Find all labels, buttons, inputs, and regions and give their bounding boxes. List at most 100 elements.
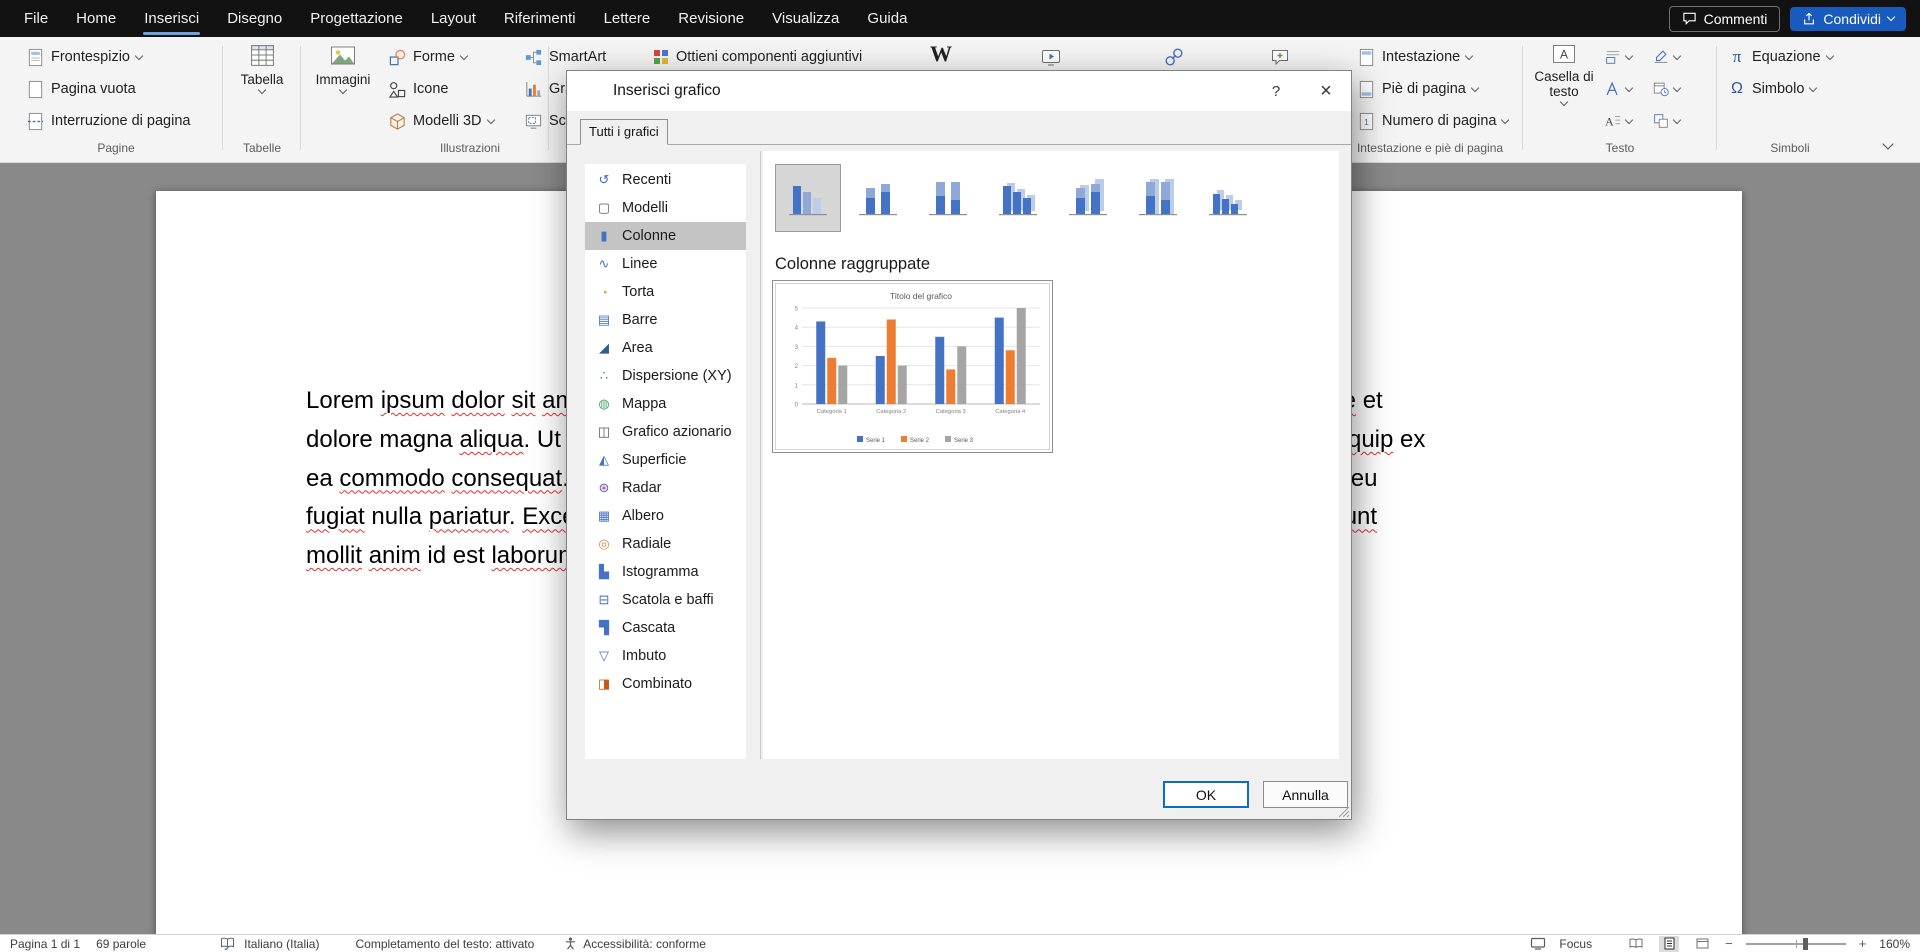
- date-time-button[interactable]: [1652, 75, 1680, 103]
- tab-revisione[interactable]: Revisione: [664, 0, 758, 37]
- icons-button[interactable]: Icone: [388, 75, 448, 103]
- dialog-tab-strip: Tutti i grafici: [567, 111, 1351, 145]
- smartart-button[interactable]: SmartArt: [524, 43, 606, 71]
- tab-guida[interactable]: Guida: [853, 0, 921, 37]
- category-barre[interactable]: ▤Barre: [585, 306, 746, 334]
- chart-subtype-3d-stacked-100-column[interactable]: [1125, 164, 1191, 232]
- resize-grip[interactable]: [1336, 804, 1350, 818]
- category-colonne[interactable]: ▮Colonne: [585, 222, 746, 250]
- word-count[interactable]: 69 parole: [96, 937, 146, 951]
- tab-visualizza[interactable]: Visualizza: [758, 0, 853, 37]
- category-istogramma[interactable]: ▙Istogramma: [585, 558, 746, 586]
- wordart-button[interactable]: [1604, 75, 1632, 103]
- drop-cap-button[interactable]: A: [1604, 107, 1632, 135]
- text-completion-indicator[interactable]: Completamento del testo: attivato: [355, 937, 534, 951]
- print-layout-button[interactable]: [1659, 936, 1679, 952]
- cover-page-button[interactable]: Frontespizio: [26, 43, 142, 71]
- page-break-button[interactable]: Interruzione di pagina: [26, 107, 190, 135]
- chart-subtype-3d-clustered-column[interactable]: [985, 164, 1051, 232]
- tab-lettere[interactable]: Lettere: [590, 0, 665, 37]
- chevron-down-icon: [1625, 51, 1633, 59]
- ok-button[interactable]: OK: [1163, 781, 1249, 808]
- spellcheck-icon[interactable]: [220, 937, 235, 950]
- category-combinato[interactable]: ◨Combinato: [585, 670, 746, 698]
- header-button[interactable]: Intestazione: [1357, 43, 1472, 71]
- category-scatola-e-baffi[interactable]: ⊟Scatola e baffi: [585, 586, 746, 614]
- dialog-close-button[interactable]: ×: [1301, 71, 1351, 111]
- tab-home[interactable]: Home: [62, 0, 130, 37]
- page-indicator[interactable]: Pagina 1 di 1: [10, 937, 80, 951]
- category-label: Istogramma: [622, 564, 699, 580]
- tab-inserisci[interactable]: Inserisci: [130, 0, 213, 37]
- new-comment-button[interactable]: [1270, 43, 1290, 71]
- category-modelli[interactable]: ▢Modelli: [585, 194, 746, 222]
- wikipedia-button[interactable]: W: [930, 40, 952, 68]
- tab-all-charts[interactable]: Tutti i grafici: [580, 119, 668, 145]
- chevron-down-icon: [1465, 51, 1473, 59]
- chevron-down-icon: [1625, 83, 1633, 91]
- dialog-title-bar[interactable]: Inserisci grafico ? ×: [567, 71, 1351, 111]
- chart-subtype-strip: [775, 164, 1265, 232]
- table-button[interactable]: Tabella: [234, 42, 290, 93]
- get-addins-button[interactable]: Ottieni componenti aggiuntivi: [652, 43, 862, 71]
- category-linee[interactable]: ∿Linee: [585, 250, 746, 278]
- tab-progettazione[interactable]: Progettazione: [296, 0, 417, 37]
- object-button[interactable]: [1652, 107, 1680, 135]
- chart-preview-frame[interactable]: Titolo del grafico012345Categoria 1Categ…: [772, 280, 1053, 453]
- language-indicator[interactable]: Italiano (Italia): [244, 937, 319, 951]
- category-area[interactable]: ◢Area: [585, 334, 746, 362]
- read-mode-button[interactable]: [1626, 936, 1646, 952]
- web-layout-button[interactable]: [1692, 936, 1712, 952]
- blank-page-button[interactable]: Pagina vuota: [26, 75, 136, 103]
- category-radiale[interactable]: ◎Radiale: [585, 530, 746, 558]
- zoom-slider[interactable]: [1746, 943, 1846, 945]
- pictures-button[interactable]: Immagini: [312, 42, 374, 93]
- category-dispersione-xy-[interactable]: ∴Dispersione (XY): [585, 362, 746, 390]
- category-albero[interactable]: ▦Albero: [585, 502, 746, 530]
- tab-file[interactable]: File: [10, 0, 62, 37]
- text-box-button[interactable]: A Casella di testo: [1532, 42, 1596, 105]
- tab-disegno[interactable]: Disegno: [213, 0, 296, 37]
- chevron-down-icon: [135, 51, 143, 59]
- web-layout-icon: [1696, 938, 1709, 949]
- chart-subtype-stacked-100-column[interactable]: [915, 164, 981, 232]
- category-superficie[interactable]: ◭Superficie: [585, 446, 746, 474]
- zoom-level[interactable]: 160%: [1879, 937, 1910, 951]
- quick-parts-button[interactable]: [1604, 43, 1632, 71]
- chart-subtype-3d-column[interactable]: [1195, 164, 1261, 232]
- 3d-models-button[interactable]: Modelli 3D: [388, 107, 494, 135]
- page-number-button[interactable]: 1 Numero di pagina: [1357, 107, 1508, 135]
- symbol-button[interactable]: Ω Simbolo: [1728, 75, 1816, 103]
- zoom-slider-thumb[interactable]: [1803, 938, 1808, 950]
- share-button[interactable]: Condividi: [1790, 7, 1906, 31]
- accessibility-status[interactable]: Accessibilità: conforme: [583, 937, 706, 951]
- category-grafico-azionario[interactable]: ◫Grafico azionario: [585, 418, 746, 446]
- tab-riferimenti[interactable]: Riferimenti: [490, 0, 590, 37]
- category-cascata[interactable]: ▜Cascata: [585, 614, 746, 642]
- zoom-out-button[interactable]: −: [1725, 936, 1733, 951]
- shapes-button[interactable]: Forme: [388, 43, 467, 71]
- zoom-in-button[interactable]: +: [1859, 936, 1867, 951]
- online-video-button[interactable]: [1040, 43, 1062, 71]
- comments-button[interactable]: Commenti: [1669, 6, 1781, 32]
- category-imbuto[interactable]: ▽Imbuto: [585, 642, 746, 670]
- tab-layout[interactable]: Layout: [417, 0, 490, 37]
- category-mappa[interactable]: ◍Mappa: [585, 390, 746, 418]
- footer-button[interactable]: Piè di pagina: [1357, 75, 1478, 103]
- chart-subtype-clustered-column[interactable]: [775, 164, 841, 232]
- link-button[interactable]: [1164, 43, 1184, 71]
- chart-subtype-stacked-column[interactable]: [845, 164, 911, 232]
- category-recenti[interactable]: ↺Recenti: [585, 166, 746, 194]
- signature-line-button[interactable]: [1652, 43, 1680, 71]
- collapse-ribbon-button[interactable]: [1884, 131, 1892, 159]
- category-torta[interactable]: ◔Torta: [585, 278, 746, 306]
- equation-button[interactable]: π Equazione: [1728, 43, 1833, 71]
- focus-button[interactable]: Focus: [1559, 937, 1592, 951]
- chart-subtype-3d-stacked-column[interactable]: [1055, 164, 1121, 232]
- shapes-label: Forme: [413, 49, 455, 65]
- dialog-help-button[interactable]: ?: [1251, 71, 1301, 111]
- category-radar[interactable]: ⊛Radar: [585, 474, 746, 502]
- group-divider: [222, 46, 223, 150]
- dialog-body: ↺Recenti▢Modelli▮Colonne∿Linee◔Torta▤Bar…: [567, 145, 1351, 759]
- link-icon: [1164, 47, 1184, 67]
